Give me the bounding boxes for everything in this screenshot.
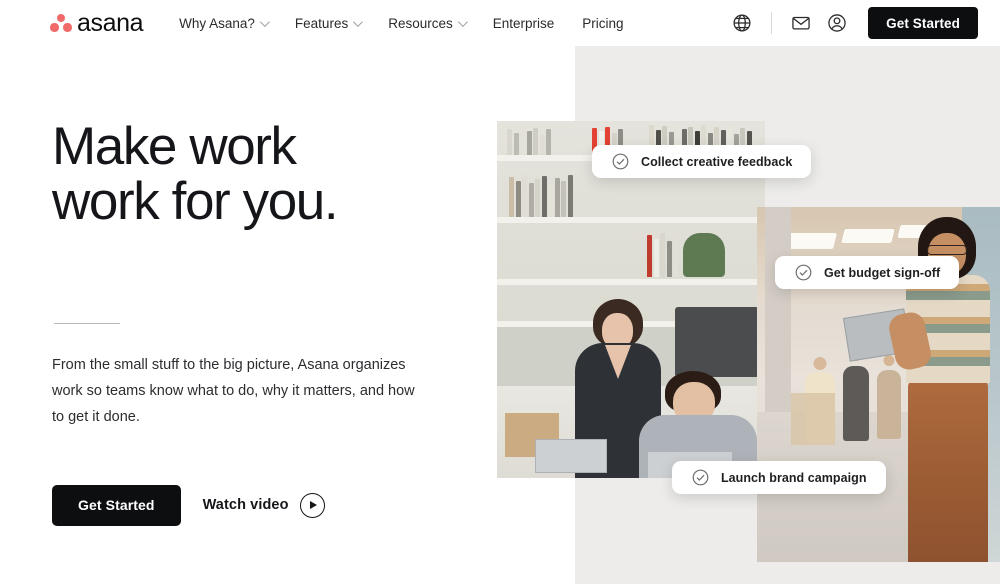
check-circle-icon <box>692 469 709 486</box>
hero-get-started-button[interactable]: Get Started <box>52 484 181 526</box>
nav-label: Enterprise <box>492 15 555 31</box>
divider-rule <box>54 323 120 325</box>
globe-icon[interactable] <box>731 12 753 34</box>
nav-item-pricing[interactable]: Pricing <box>582 16 623 31</box>
nav-label: Pricing <box>582 15 624 31</box>
play-circle-icon <box>299 492 325 518</box>
site-header: asana Why Asana? Features Resources Ente… <box>0 0 1000 46</box>
chevron-down-icon <box>457 16 468 27</box>
task-card-label: Launch brand campaign <box>721 470 867 485</box>
asana-logo[interactable]: asana <box>50 8 144 37</box>
check-circle-icon <box>795 264 812 281</box>
headline-line-2: work for you. <box>52 171 339 231</box>
task-card-label: Get budget sign-off <box>824 265 941 280</box>
task-card-label: Collect creative feedback <box>641 154 793 169</box>
nav-item-enterprise[interactable]: Enterprise <box>493 16 555 31</box>
page-title: Make work work for you. <box>52 117 482 231</box>
chevron-down-icon <box>353 16 364 27</box>
hero-cta-row: Get Started Watch video <box>52 484 482 526</box>
nav-item-why-asana[interactable]: Why Asana? <box>179 15 270 31</box>
task-card-collect-creative-feedback[interactable]: Collect creative feedback <box>592 145 812 178</box>
nav-label: Why Asana? <box>179 15 255 31</box>
logo-wordmark: asana <box>77 8 144 37</box>
check-circle-icon <box>612 153 629 170</box>
headline-line-1: Make work <box>52 117 297 176</box>
header-actions: Get Started <box>731 7 978 39</box>
account-circle-icon[interactable] <box>826 12 848 34</box>
photo-background-person <box>843 349 869 441</box>
header-get-started-button[interactable]: Get Started <box>868 7 978 39</box>
main-navigation: Why Asana? Features Resources Enterprise… <box>179 16 623 31</box>
nav-label: Resources <box>388 15 453 31</box>
nav-item-features[interactable]: Features <box>294 15 364 31</box>
hero-content: Make work work for you. From the small s… <box>52 117 482 526</box>
nav-label: Features <box>294 15 349 31</box>
asana-logo-icon <box>50 13 72 33</box>
task-card-get-budget-sign-off[interactable]: Get budget sign-off <box>775 256 960 289</box>
hero-description: From the small stuff to the big picture,… <box>52 357 415 425</box>
header-divider <box>771 12 773 34</box>
chevron-down-icon <box>259 16 270 27</box>
photo-monitor <box>675 307 759 377</box>
task-card-launch-brand-campaign[interactable]: Launch brand campaign <box>672 461 886 494</box>
envelope-icon[interactable] <box>790 12 812 34</box>
watch-video-label: Watch video <box>202 497 289 514</box>
watch-video-button[interactable]: Watch video <box>202 492 325 518</box>
landing-page: asana Why Asana? Features Resources Ente… <box>0 0 1000 584</box>
nav-item-resources[interactable]: Resources <box>388 15 468 31</box>
